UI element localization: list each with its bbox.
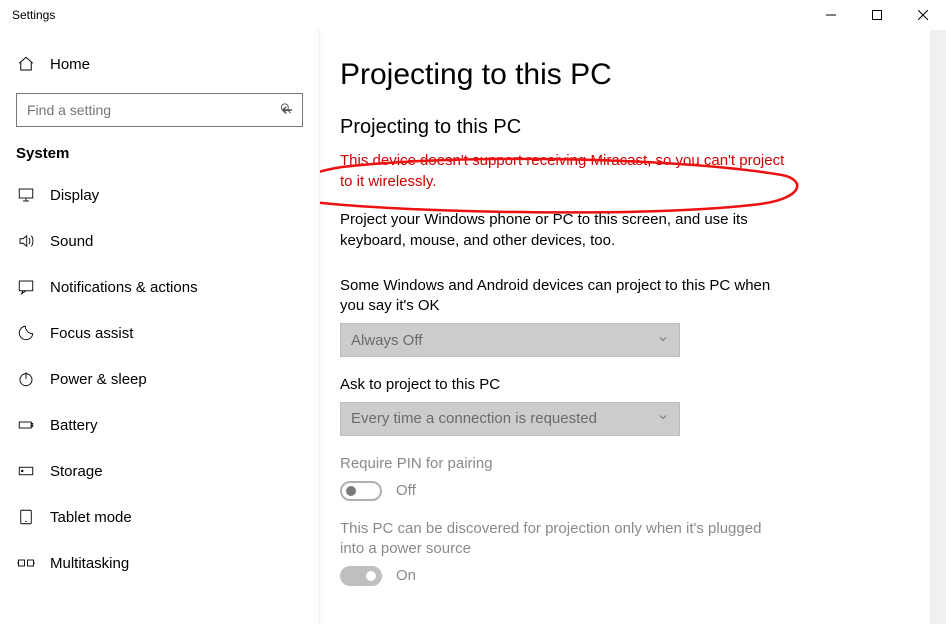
tablet-icon (16, 508, 36, 526)
setting-label: Some Windows and Android devices can pro… (340, 276, 780, 317)
multitasking-icon (16, 554, 36, 572)
discover-plugged-toggle[interactable] (340, 566, 382, 586)
sidebar-item-label: Multitasking (50, 555, 129, 572)
sidebar-item-label: Battery (50, 417, 98, 434)
sidebar-item-display[interactable]: Display (0, 172, 319, 218)
toggle-value: On (396, 567, 416, 584)
setting-ask-to-project: Ask to project to this PC Every time a c… (340, 375, 926, 436)
search-icon (279, 102, 293, 119)
sidebar-item-label: Storage (50, 463, 103, 480)
dropdown-value: Every time a connection is requested (351, 410, 597, 427)
sidebar-item-multitasking[interactable]: Multitasking (0, 540, 319, 586)
content-pane: Projecting to this PC Projecting to this… (320, 30, 946, 624)
minimize-button[interactable] (808, 0, 854, 30)
sidebar-item-label: Display (50, 187, 99, 204)
chevron-down-icon (657, 332, 669, 349)
setting-discover-plugged: This PC can be discovered for projection… (340, 519, 926, 586)
sidebar: Home ➔ System Display Sound Notification… (0, 30, 320, 624)
sidebar-item-focus-assist[interactable]: Focus assist (0, 310, 319, 356)
sidebar-home[interactable]: Home (0, 45, 319, 83)
miracast-error-message: This device doesn't support receiving Mi… (340, 151, 790, 192)
sound-icon (16, 232, 36, 250)
sidebar-item-storage[interactable]: Storage (0, 448, 319, 494)
require-pin-toggle[interactable] (340, 481, 382, 501)
window-controls (808, 0, 946, 30)
home-icon (16, 55, 36, 73)
setting-label: Ask to project to this PC (340, 375, 780, 396)
sidebar-item-label: Tablet mode (50, 509, 132, 526)
titlebar: Settings (0, 0, 946, 30)
sidebar-item-label: Focus assist (50, 325, 133, 342)
sidebar-item-label: Notifications & actions (50, 279, 198, 296)
chevron-down-icon (657, 410, 669, 427)
sidebar-item-battery[interactable]: Battery (0, 402, 319, 448)
display-icon (16, 186, 36, 204)
setting-label: Require PIN for pairing (340, 454, 780, 475)
sidebar-item-label: Sound (50, 233, 93, 250)
sidebar-item-tablet-mode[interactable]: Tablet mode (0, 494, 319, 540)
ask-to-project-dropdown[interactable]: Every time a connection is requested (340, 402, 680, 436)
focus-assist-icon (16, 324, 36, 342)
sidebar-heading: System (0, 127, 319, 172)
project-description: Project your Windows phone or PC to this… (340, 210, 760, 251)
maximize-button[interactable] (854, 0, 900, 30)
storage-icon (16, 462, 36, 480)
allow-projection-dropdown[interactable]: Always Off (340, 323, 680, 357)
power-icon (16, 370, 36, 388)
dropdown-value: Always Off (351, 332, 422, 349)
sidebar-item-notifications[interactable]: Notifications & actions (0, 264, 319, 310)
setting-label: This PC can be discovered for projection… (340, 519, 780, 560)
sidebar-item-power-sleep[interactable]: Power & sleep (0, 356, 319, 402)
search-input[interactable] (16, 93, 303, 127)
setting-require-pin: Require PIN for pairing Off (340, 454, 926, 501)
sidebar-item-sound[interactable]: Sound (0, 218, 319, 264)
notifications-icon (16, 278, 36, 296)
window-title: Settings (12, 8, 55, 22)
battery-icon (16, 416, 36, 434)
sidebar-home-label: Home (50, 56, 90, 73)
toggle-value: Off (396, 482, 416, 499)
scrollbar[interactable] (930, 30, 946, 624)
section-title: Projecting to this PC (340, 116, 926, 139)
setting-allow-projection: Some Windows and Android devices can pro… (340, 276, 926, 357)
page-title: Projecting to this PC (340, 54, 926, 92)
sidebar-item-label: Power & sleep (50, 371, 147, 388)
close-button[interactable] (900, 0, 946, 30)
